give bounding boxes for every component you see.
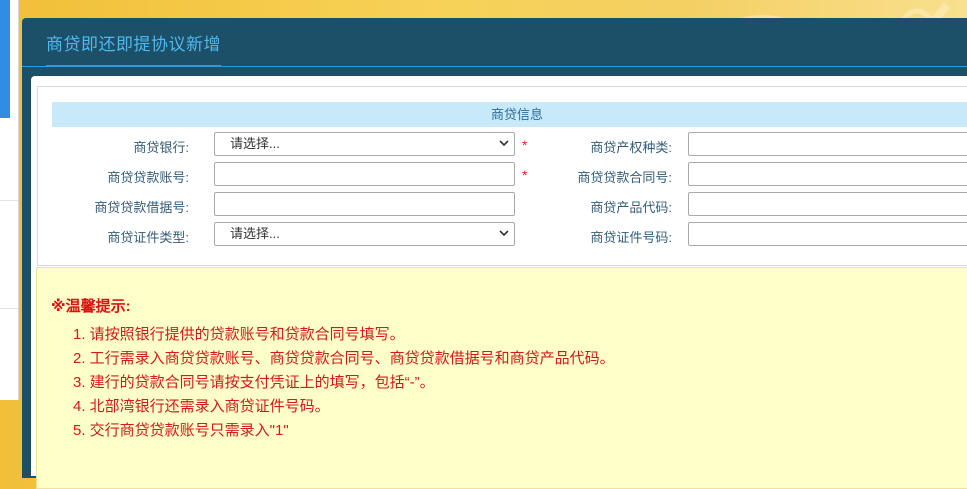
id-number-label: 商贷证件号码: (590, 230, 672, 245)
tips-panel: ※温馨提示: 1. 请按照银行提供的贷款账号和贷款合同号填写。 2. 工行需录入… (36, 267, 967, 489)
loan-contract-label: 商贷贷款合同号: (577, 170, 672, 185)
tips-list: 1. 请按照银行提供的贷款账号和贷款合同号填写。 2. 工行需录入商贷贷款账号、… (73, 323, 615, 443)
tip-item: 1. 请按照银行提供的贷款账号和贷款合同号填写。 (73, 326, 405, 343)
bank-label: 商贷银行: (133, 140, 189, 155)
tip-item: 2. 工行需录入商贷贷款账号、商贷贷款合同号、商贷贷款借据号和商贷产品代码。 (73, 350, 615, 367)
bank-select-value: 请选择... (230, 136, 280, 151)
background-left-accent (0, 0, 10, 118)
loan-info-form: 商贷信息 商贷银行: 请选择... * 商贷产权种类: 商贷贷款账号: * 商贷… (37, 86, 967, 266)
tip-item: 4. 北部湾银行还需录入商贷证件号码。 (73, 398, 330, 415)
background-divider (0, 308, 18, 309)
loan-receipt-field[interactable] (214, 192, 515, 216)
id-type-select[interactable]: 请选择... (214, 222, 515, 246)
loan-account-label: 商贷贷款账号: (107, 170, 189, 185)
section-heading: 商贷信息 (52, 102, 967, 127)
loan-contract-field[interactable] (688, 162, 967, 186)
chevron-down-icon (499, 140, 509, 147)
agreement-dialog: 商贷即还即提协议新增 商贷信息 商贷银行: 请选择... * 商贷产权种类: 商… (22, 18, 967, 489)
product-code-label: 商贷产品代码: (590, 200, 672, 215)
property-type-label: 商贷产权种类: (590, 140, 672, 155)
loan-account-field[interactable] (214, 162, 515, 186)
id-type-label: 商贷证件类型: (107, 230, 189, 245)
tip-item: 3. 建行的贷款合同号请按支付凭证上的填写，包括“-”。 (73, 374, 435, 391)
bank-select[interactable]: 请选择... (214, 132, 515, 156)
chevron-down-icon (499, 230, 509, 237)
background-divider (0, 200, 18, 201)
product-code-field[interactable] (688, 192, 967, 216)
dialog-title[interactable]: 商贷即还即提协议新增 (46, 30, 221, 67)
tips-title: ※温馨提示: (51, 298, 131, 315)
property-type-field[interactable] (688, 132, 967, 156)
background-left-panel (0, 0, 19, 400)
tip-item: 5. 交行商贷贷款账号只需录入"1" (73, 422, 289, 439)
dialog-header: 商贷即还即提协议新增 (22, 18, 967, 67)
id-number-field[interactable] (688, 222, 967, 246)
id-type-select-value: 请选择... (230, 226, 280, 241)
dialog-body: 商贷信息 商贷银行: 请选择... * 商贷产权种类: 商贷贷款账号: * 商贷… (31, 76, 967, 489)
loan-receipt-label: 商贷贷款借据号: (94, 200, 189, 215)
